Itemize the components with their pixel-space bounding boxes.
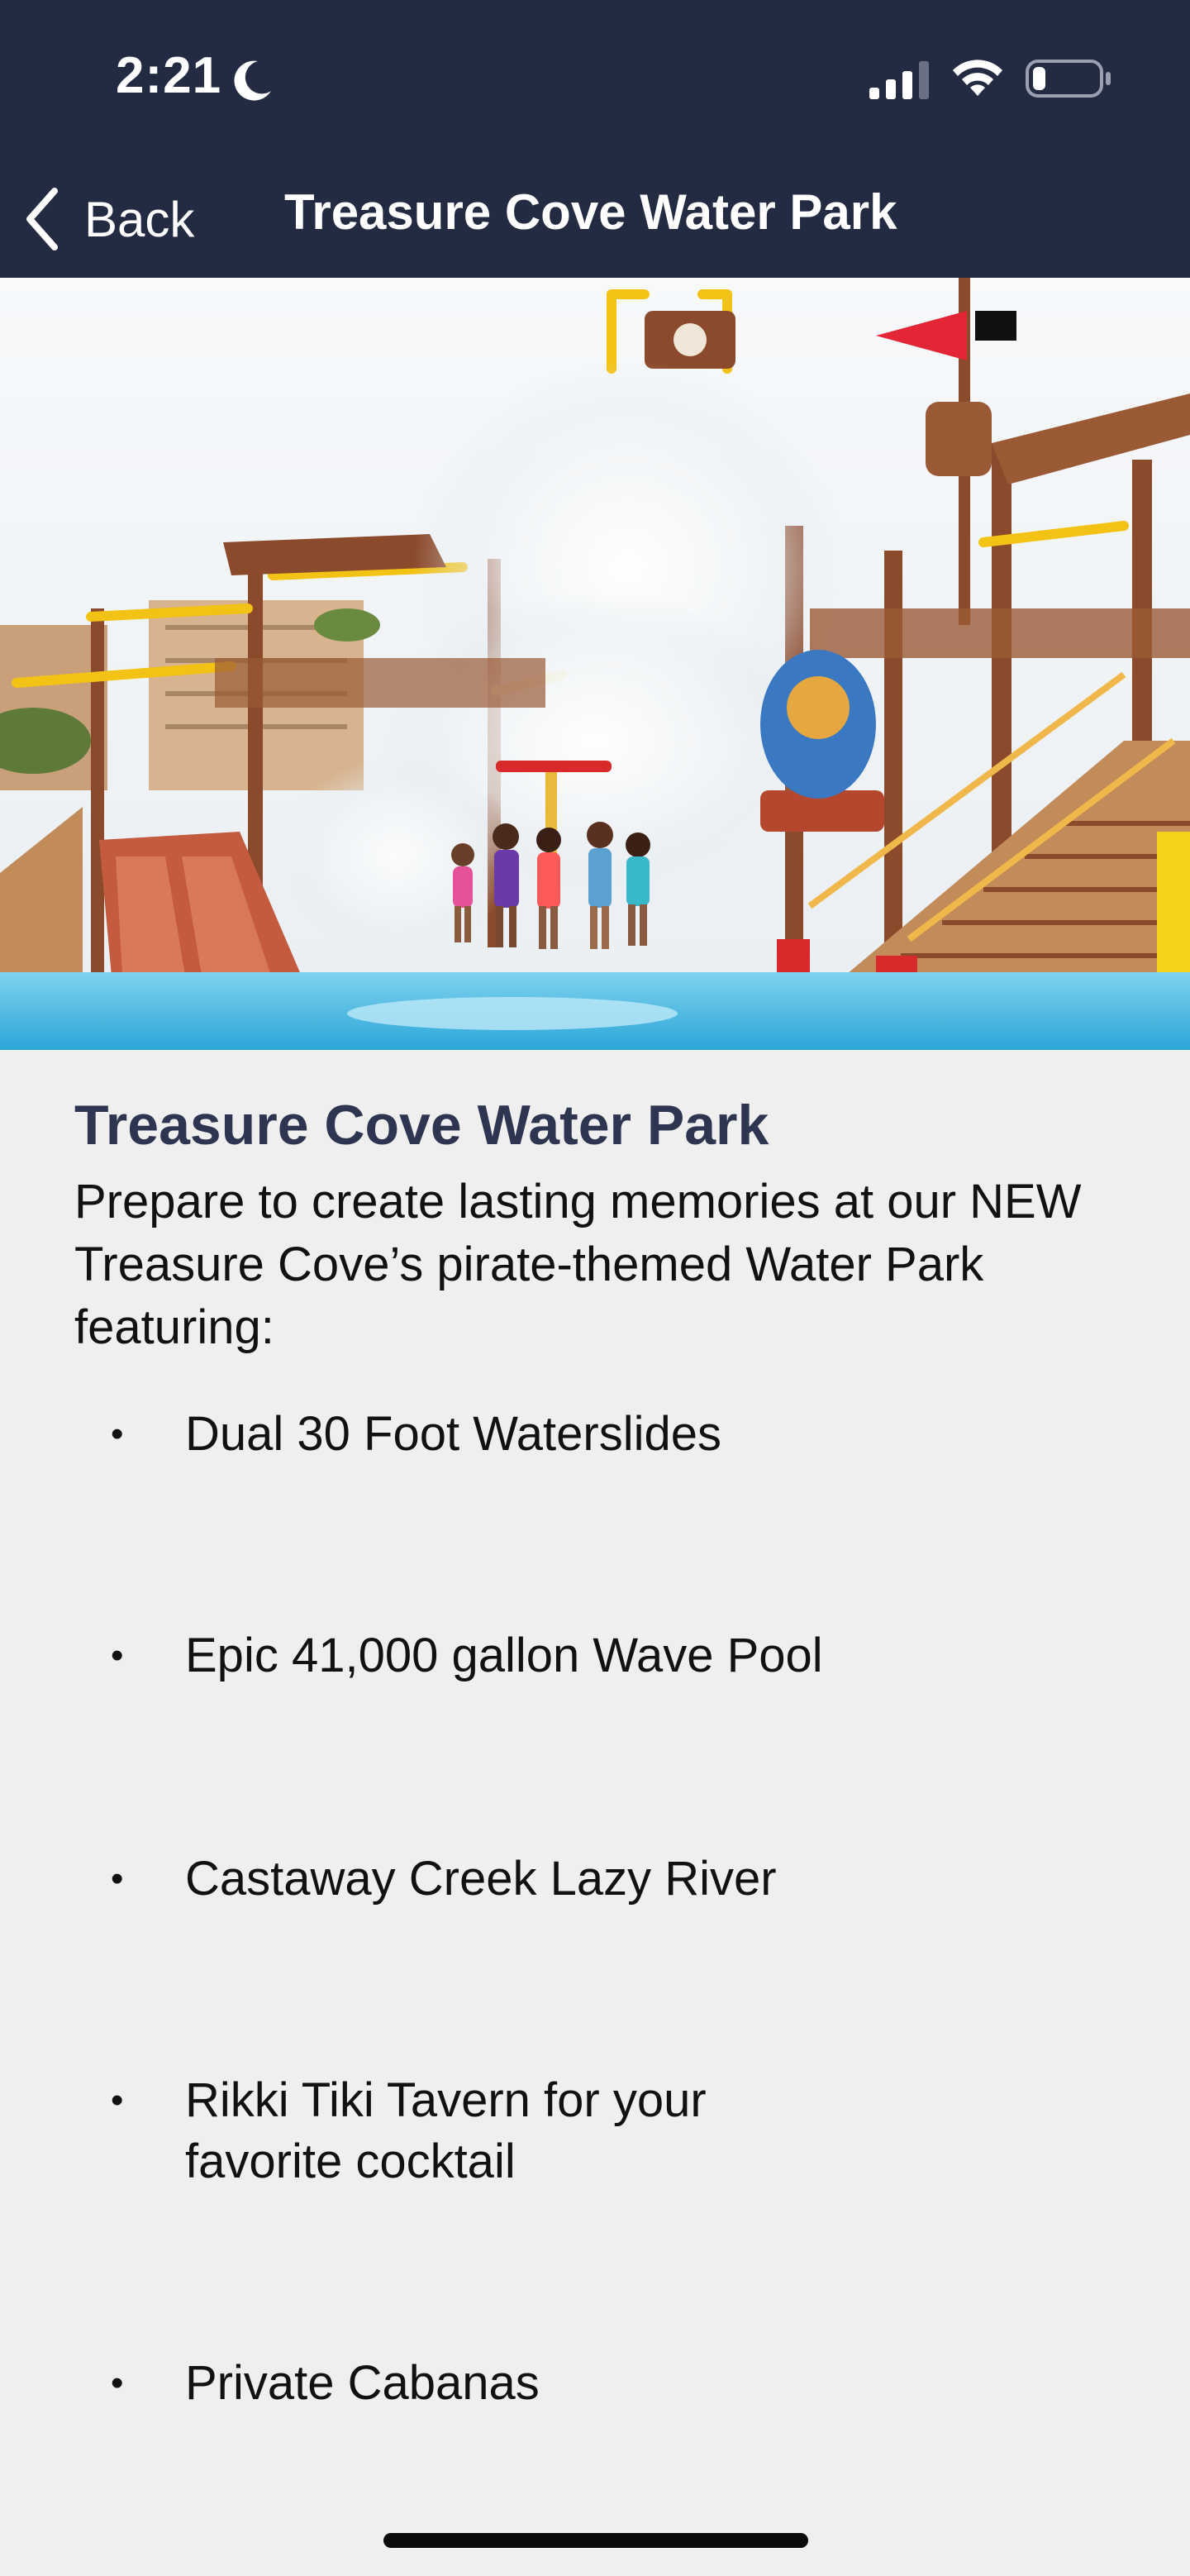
feature-text: Dual 30 Foot Waterslides: [185, 1407, 722, 1461]
nav-title: Treasure Cove Water Park: [284, 184, 897, 240]
content-section: Treasure Cove Water Park Prepare to crea…: [74, 1088, 1132, 1359]
feature-text: Castaway Creek Lazy River: [185, 1852, 777, 1906]
moon-icon: [234, 60, 271, 101]
chevron-left-icon: [26, 188, 58, 250]
home-indicator[interactable]: [383, 2533, 808, 2548]
wifi-icon: [953, 60, 1002, 96]
back-button[interactable]: Back: [21, 182, 194, 256]
app-header: 2:21 Back Treasure Cove Water Park: [0, 0, 1190, 278]
bullet: •: [111, 1414, 124, 1454]
status-time: 2:21: [116, 47, 222, 104]
status-bar: 2:21: [0, 0, 1190, 157]
back-label: Back: [84, 191, 195, 247]
battery-icon: [1026, 60, 1111, 98]
content-intro: Prepare to create lasting memories at ou…: [74, 1175, 1082, 1354]
bullet: •: [111, 1858, 124, 1899]
bullet: •: [111, 1635, 124, 1676]
navigation-bar: Back Treasure Cove Water Park: [0, 157, 1190, 278]
feature-text: Epic 41,000 gallon Wave Pool: [185, 1629, 823, 1682]
bullet: •: [111, 2080, 124, 2120]
cellular-signal-icon: [869, 61, 929, 99]
hero-image: [0, 278, 1190, 1050]
feature-text: Rikki Tiki Tavern for your favorite cock…: [185, 2073, 707, 2188]
feature-text: Private Cabanas: [185, 2356, 540, 2410]
water-park-photo: [0, 278, 1190, 1050]
bullet: •: [111, 2363, 124, 2403]
content-title: Treasure Cove Water Park: [74, 1094, 769, 1157]
